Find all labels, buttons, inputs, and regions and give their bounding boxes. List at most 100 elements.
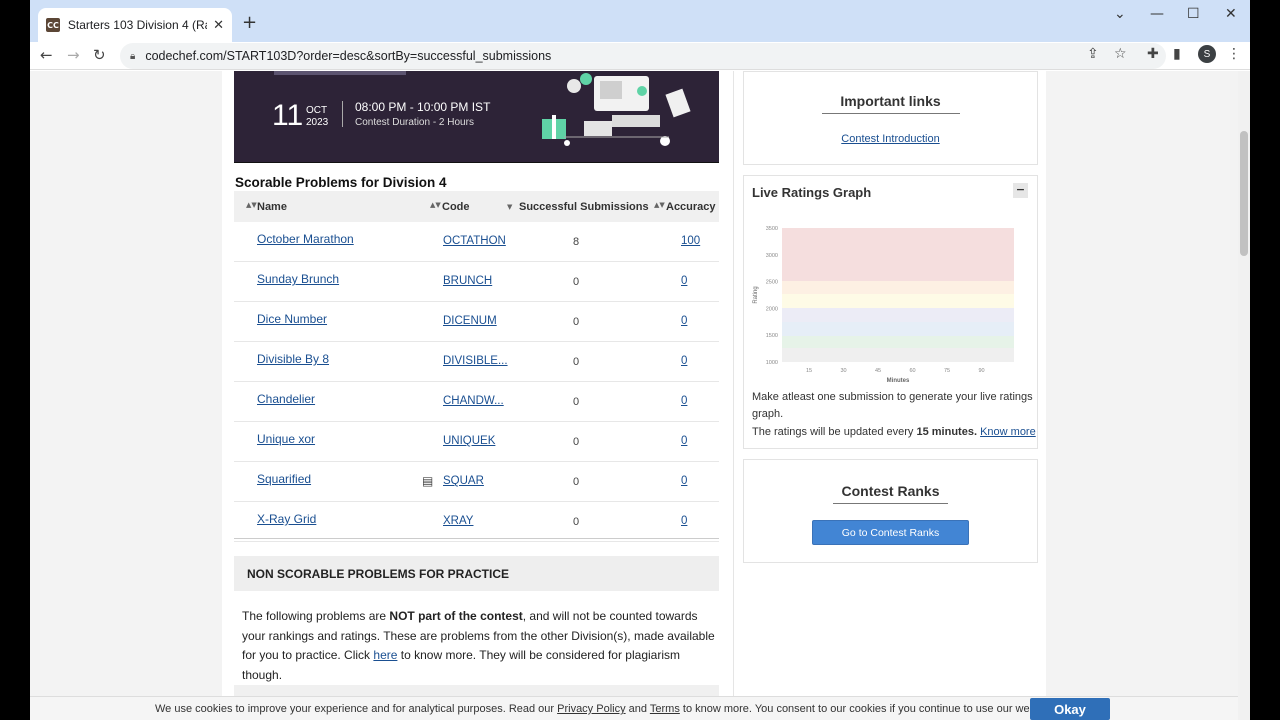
problem-code-link[interactable]: XRAY [443,515,473,527]
sort-name-icon[interactable]: ▲▼ [246,201,257,209]
cookie-message: We use cookies to improve your experienc… [155,703,1056,715]
cookie-banner: We use cookies to improve your experienc… [30,696,1238,720]
accuracy-link[interactable]: 0 [681,515,687,527]
problems-table-header: ▲▼ Name ▲▼ Code ▼ Successful Submissions… [234,191,719,222]
maximize-icon[interactable]: ☐ [1187,6,1200,22]
browser-toolbar: ← → ↻ 🔒︎ codechef.com/START103D?order=de… [30,42,1250,70]
col-successful[interactable]: Successful Submissions [519,201,649,213]
browser-tab[interactable]: CC Starters 103 Division 4 (Rated) C ✕ [38,8,232,42]
ratings-note-1: Make atleast one submission to generate … [752,391,1033,420]
problem-code-link[interactable]: SQUAR [443,475,484,487]
problem-name-link[interactable]: Squarified [257,472,311,486]
successful-count: 0 [573,476,580,488]
cookie-text-1: We use cookies to improve your experienc… [155,703,558,715]
accuracy-link[interactable]: 0 [681,435,687,447]
close-tab-icon[interactable]: ✕ [213,18,224,33]
banner-separator [342,101,343,127]
nonscorable-header: NON SCORABLE PROBLEMS FOR PRACTICE [234,556,719,591]
col-name[interactable]: Name [257,201,287,213]
page-content: 11 OCT 2023 08:00 PM - 10:00 PM IST Cont… [30,71,1238,720]
table-row: Chandelier CHANDW... 0 0 [234,382,719,422]
practice-here-link[interactable]: here [373,648,397,662]
col-accuracy[interactable]: Accuracy [666,201,716,213]
accuracy-link[interactable]: 0 [681,475,687,487]
table-row: Dice Number DICENUM 0 0 [234,302,719,342]
bookmark-star-icon[interactable]: ☆ [1114,46,1127,62]
go-to-contest-ranks-button[interactable]: Go to Contest Ranks [812,520,969,545]
cookie-okay-button[interactable]: Okay [1030,698,1110,720]
accuracy-link[interactable]: 0 [681,315,687,327]
contest-introduction-link[interactable]: Contest Introduction [744,133,1037,145]
minimize-icon[interactable]: — [1150,6,1164,22]
new-tab-icon[interactable]: + [242,12,257,33]
accuracy-link[interactable]: 0 [681,355,687,367]
cookie-text-3: to know more. You consent to our cookies… [679,703,1056,715]
ratings-graph-chart: 1000 1500 2000 2500 3000 3500 15 30 45 60 75 90 Ra… [753,226,1014,384]
y-tick-label: 1500 [766,333,778,339]
problem-code-link[interactable]: DICENUM [443,315,497,327]
x-axis-label: Minutes [887,378,910,384]
problem-name-link[interactable]: X-Ray Grid [257,512,316,526]
forward-icon[interactable]: → [67,46,80,64]
tab-title: Starters 103 Division 4 (Rated) C [67,18,207,32]
sort-accuracy-icon[interactable]: ▲▼ [654,201,665,209]
ratings-note-2-bold: 15 minutes. [916,426,978,438]
sort-code-icon[interactable]: ▲▼ [430,201,441,209]
menu-kebab-icon[interactable]: ⋮ [1227,46,1241,62]
problem-name-link[interactable]: Unique xor [257,432,315,446]
terms-link[interactable]: Terms [650,703,680,715]
problem-name-link[interactable]: October Marathon [257,232,354,246]
contest-ranks-card: Contest Ranks Go to Contest Ranks [743,459,1038,563]
collapse-button[interactable]: − [1013,183,1028,198]
codechef-favicon-icon: CC [46,18,60,32]
contest-ranks-rule [833,503,948,504]
extensions-icon[interactable]: ✚ [1147,46,1159,62]
side-panel-icon[interactable]: ▮ [1173,46,1181,62]
main-column: 11 OCT 2023 08:00 PM - 10:00 PM IST Cont… [222,71,733,720]
back-icon[interactable]: ← [40,46,53,64]
y-tick-label: 3500 [766,226,778,232]
scorable-title: Scorable Problems for Division 4 [235,175,447,190]
problem-name-link[interactable]: Chandelier [257,392,315,406]
sort-desc-icon[interactable]: ▼ [507,203,512,211]
url-text[interactable]: codechef.com/START103D?order=desc&sortBy… [145,49,551,63]
problem-name-link[interactable]: Sunday Brunch [257,272,339,286]
problem-name-link[interactable]: Divisible By 8 [257,352,329,366]
close-window-icon[interactable]: ✕ [1225,6,1237,22]
problem-code-link[interactable]: OCTATHON [443,235,506,247]
accuracy-link[interactable]: 0 [681,395,687,407]
live-ratings-title: Live Ratings Graph [752,185,872,200]
tab-search-icon[interactable]: ⌄ [1114,6,1126,22]
important-links-rule [821,113,960,114]
important-links-card: Important links Contest Introduction [743,71,1038,165]
accuracy-link[interactable]: 0 [681,275,687,287]
banner-stripe [274,71,406,75]
problem-name-link[interactable]: Dice Number [257,312,327,326]
page-scrollbar[interactable] [1238,71,1250,720]
accuracy-link[interactable]: 100 [681,235,700,247]
scrollbar-thumb[interactable] [1240,131,1248,256]
band-green [782,336,1014,348]
profile-avatar[interactable]: S [1198,45,1216,63]
pending-submission-icon: ▤ [422,474,434,488]
successful-count: 0 [573,436,580,448]
y-tick-label: 3000 [766,253,778,259]
problem-code-link[interactable]: BRUNCH [443,275,492,287]
x-tick-label: 75 [944,368,950,374]
address-bar[interactable]: 🔒︎ codechef.com/START103D?order=desc&sor… [120,43,1166,69]
problem-code-link[interactable]: CHANDW... [443,395,504,407]
y-axis-label: Rating [753,286,759,303]
successful-count: 0 [573,316,580,328]
x-tick-label: 60 [909,368,915,374]
col-code[interactable]: Code [442,201,470,213]
share-icon[interactable]: ⇪ [1087,46,1099,62]
tab-strip: CC Starters 103 Division 4 (Rated) C ✕ +… [30,0,1250,42]
know-more-link[interactable]: Know more [980,426,1036,438]
ratings-note-2-text: The ratings will be updated every [752,426,917,438]
successful-count: 0 [573,276,580,288]
problem-code-link[interactable]: DIVISIBLE... [443,355,508,367]
practice-paragraph: The following problems are NOT part of t… [242,607,722,685]
privacy-policy-link[interactable]: Privacy Policy [557,703,625,715]
problem-code-link[interactable]: UNIQUEK [443,435,495,447]
reload-icon[interactable]: ↻ [93,46,106,64]
